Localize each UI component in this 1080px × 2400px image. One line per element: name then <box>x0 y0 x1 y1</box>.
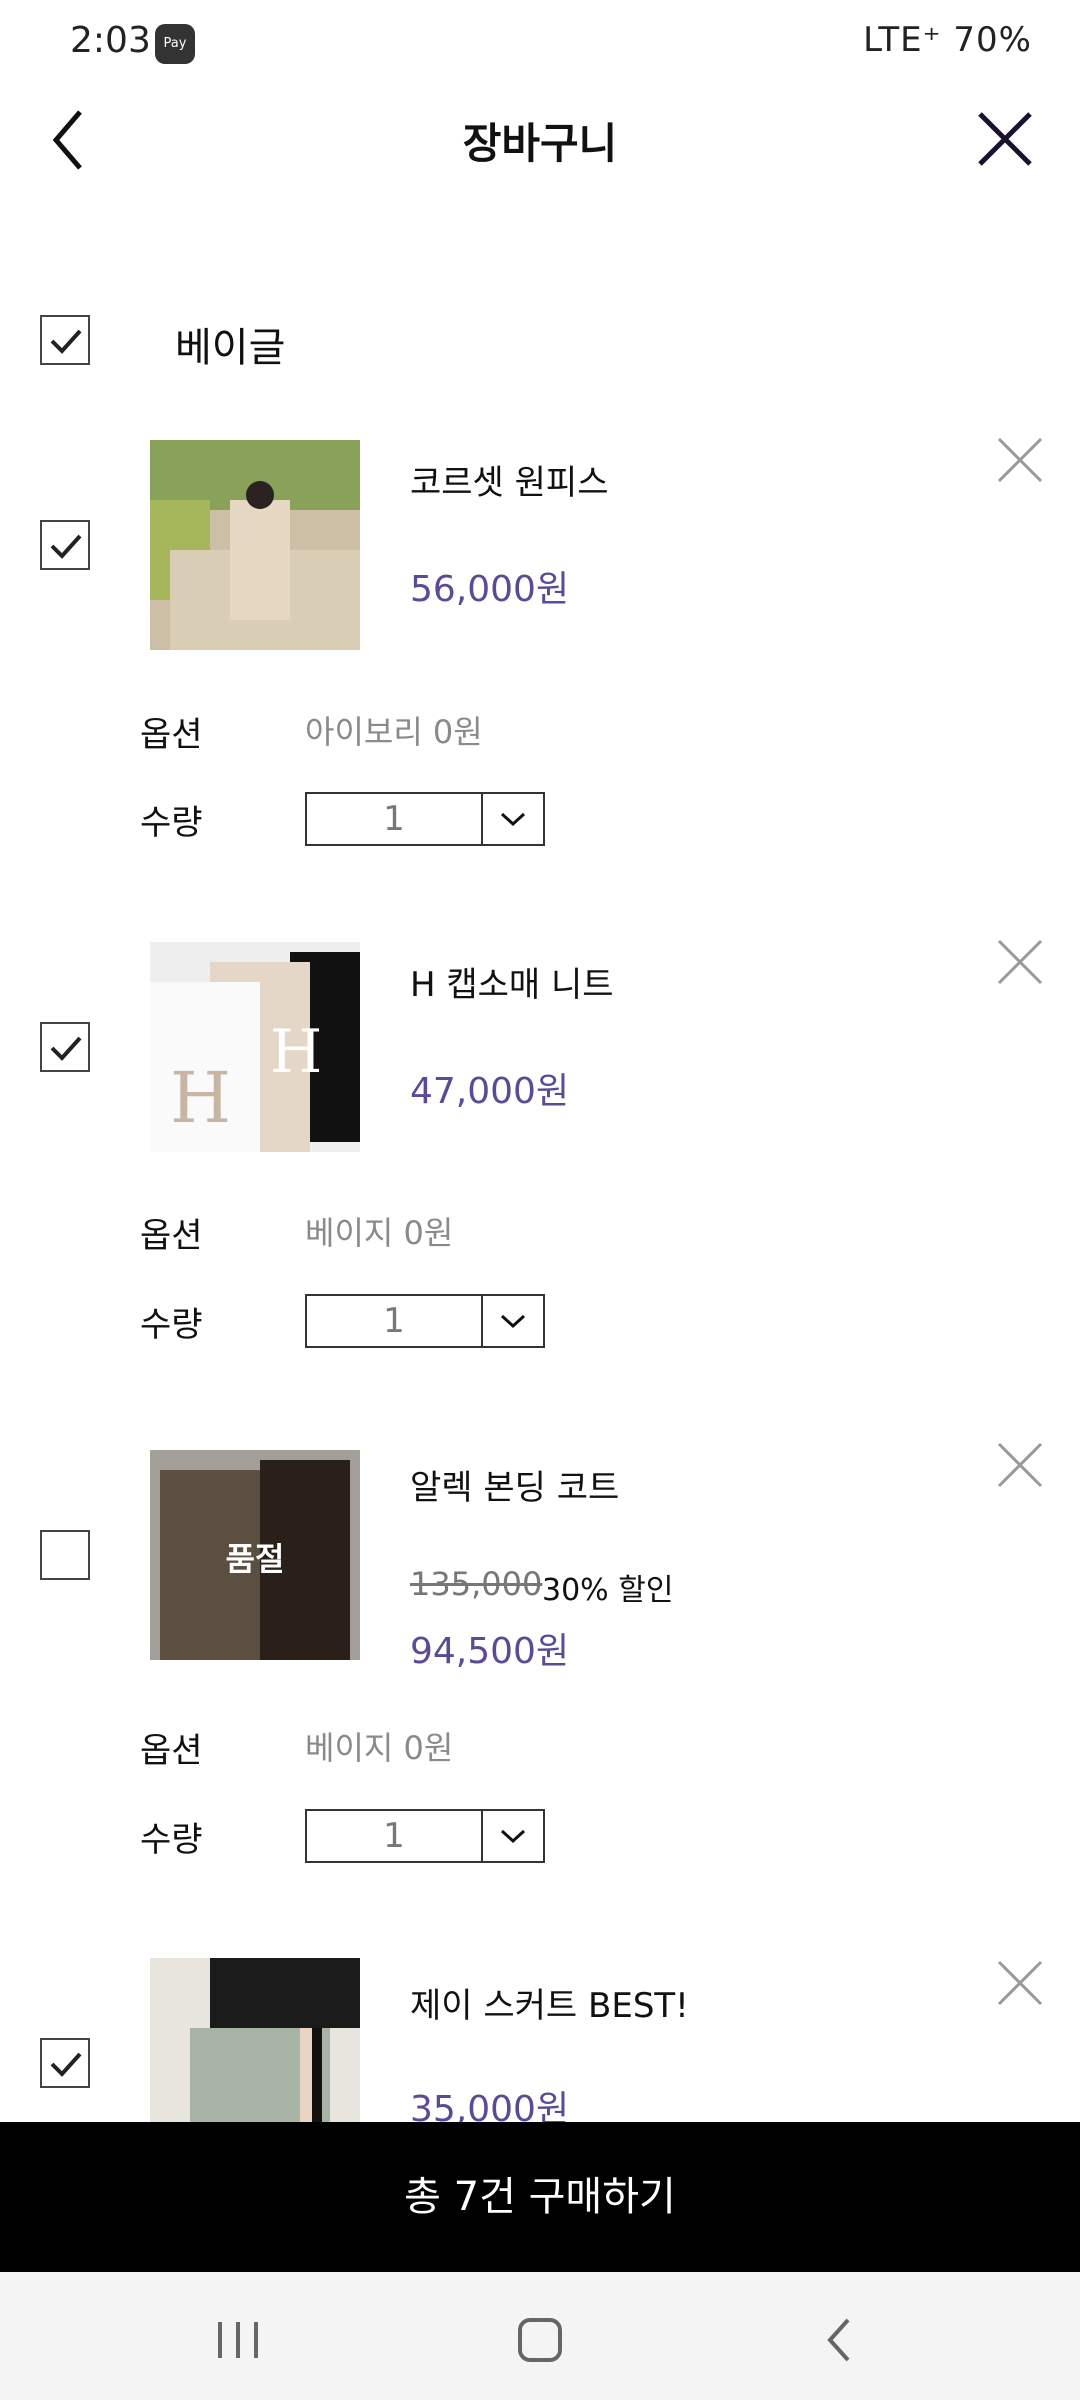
close-icon <box>997 1442 1043 1488</box>
chevron-down-icon <box>500 1314 526 1329</box>
discount-label: 30% 할인 <box>542 1573 674 1608</box>
chevron-down-icon <box>500 812 526 827</box>
option-value: 베이지 0원 <box>305 1214 454 1252</box>
option-value: 베이지 0원 <box>305 1729 454 1767</box>
home-button[interactable] <box>500 2300 580 2380</box>
store-name: 베이글 <box>175 325 286 371</box>
dropdown-button[interactable] <box>483 1296 543 1346</box>
store-checkbox[interactable] <box>40 315 90 365</box>
option-label: 옵션 <box>140 715 203 755</box>
quantity-value: 1 <box>307 1296 483 1346</box>
product-name[interactable]: 코르셋 원피스 <box>410 455 609 504</box>
close-icon <box>997 1960 1043 2006</box>
close-button[interactable] <box>970 100 1050 180</box>
product-price: 94,500원 <box>410 1631 570 1672</box>
dropdown-button[interactable] <box>483 1811 543 1861</box>
product-name[interactable]: H 캡소매 니트 <box>410 957 614 1006</box>
product-image[interactable] <box>150 440 360 650</box>
close-icon <box>997 939 1043 985</box>
item-checkbox[interactable] <box>40 2038 90 2088</box>
option-label: 옵션 <box>140 1731 203 1771</box>
quantity-value: 1 <box>307 794 483 844</box>
recent-apps-icon <box>218 2322 258 2358</box>
item-checkbox[interactable] <box>40 1022 90 1072</box>
soldout-badge: 품절 <box>225 1540 285 1578</box>
quantity-select[interactable]: 1 <box>305 792 545 846</box>
status-indicators: LTE⁺ 70% <box>863 20 1032 60</box>
product-name[interactable]: 제이 스커트 BEST! <box>410 1978 689 2027</box>
close-icon <box>978 112 1032 166</box>
check-icon <box>50 2052 82 2077</box>
item-checkbox[interactable] <box>40 1530 90 1580</box>
quantity-label: 수량 <box>140 1305 203 1345</box>
recent-apps-button[interactable] <box>198 2300 278 2380</box>
quantity-value: 1 <box>307 1811 483 1861</box>
product-name[interactable]: 알렉 본딩 코트 <box>410 1460 619 1509</box>
remove-item-button[interactable] <box>995 937 1045 987</box>
check-icon <box>50 1036 82 1061</box>
check-icon <box>50 329 82 354</box>
product-image[interactable]: 품절 <box>150 1450 360 1660</box>
quantity-label: 수량 <box>140 1820 203 1860</box>
chevron-down-icon <box>500 1829 526 1844</box>
original-price: 135,000 <box>410 1565 543 1603</box>
remove-item-button[interactable] <box>995 435 1045 485</box>
nav-back-button[interactable] <box>800 2300 880 2380</box>
product-price: 56,000원 <box>410 569 570 610</box>
status-time: 2:03 <box>70 20 151 61</box>
option-value: 아이보리 0원 <box>305 713 483 751</box>
remove-item-button[interactable] <box>995 1440 1045 1490</box>
svg-text:H: H <box>170 1057 231 1139</box>
item-checkbox[interactable] <box>40 520 90 570</box>
quantity-select[interactable]: 1 <box>305 1809 545 1863</box>
product-image[interactable] <box>150 1958 360 2122</box>
quantity-label: 수량 <box>140 803 203 843</box>
product-price: 47,000원 <box>410 1071 570 1112</box>
home-icon <box>518 2318 562 2362</box>
page-title: 장바구니 <box>462 119 618 168</box>
product-image[interactable]: H H <box>150 942 360 1152</box>
dropdown-button[interactable] <box>483 794 543 844</box>
check-icon <box>50 534 82 559</box>
quantity-select[interactable]: 1 <box>305 1294 545 1348</box>
status-bar: 2:03 Pay LTE⁺ 70% <box>0 0 1080 90</box>
remove-item-button[interactable] <box>995 1958 1045 2008</box>
close-icon <box>997 437 1043 483</box>
svg-text:H: H <box>270 1017 322 1087</box>
option-label: 옵션 <box>140 1216 203 1256</box>
purchase-button[interactable]: 총 7건 구매하기 <box>0 2122 1080 2272</box>
pay-icon: Pay <box>155 24 195 64</box>
chevron-left-icon <box>827 2318 850 2362</box>
